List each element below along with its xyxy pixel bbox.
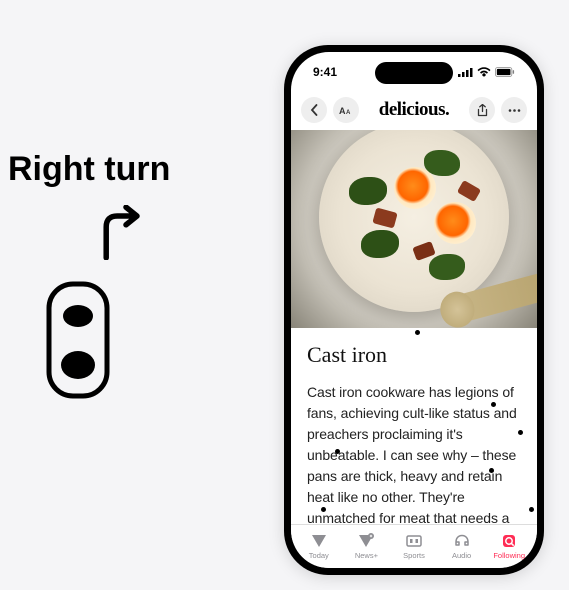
- tab-today[interactable]: Today: [295, 532, 343, 560]
- publication-title: delicious.: [365, 99, 463, 121]
- text-size-button[interactable]: AA: [333, 97, 359, 123]
- tab-sports[interactable]: Sports: [390, 532, 438, 560]
- voiceover-nav-hint: Right turn: [8, 150, 208, 207]
- focus-dot: [529, 507, 534, 512]
- svg-text:A: A: [339, 106, 346, 116]
- more-icon: [508, 109, 521, 112]
- wifi-icon: [477, 67, 491, 77]
- battery-icon: [495, 67, 515, 77]
- tab-label: Today: [309, 551, 329, 560]
- share-button[interactable]: [469, 97, 495, 123]
- audio-icon: [453, 532, 471, 550]
- article-content[interactable]: Cast iron Cast iron cookware has legions…: [291, 130, 537, 524]
- more-button[interactable]: [501, 97, 527, 123]
- dynamic-island: [375, 62, 453, 84]
- focus-dot: [321, 507, 326, 512]
- focus-dot: [415, 330, 420, 335]
- focus-dot: [518, 430, 523, 435]
- tab-label: News+: [355, 551, 378, 560]
- status-indicators: [458, 67, 515, 77]
- tab-label: Following: [493, 551, 525, 560]
- tab-label: Sports: [403, 551, 425, 560]
- today-icon: [310, 532, 328, 550]
- chevron-left-icon: [310, 104, 318, 116]
- newsplus-icon: [357, 532, 375, 550]
- car-top-view-icon: [43, 280, 113, 400]
- iphone-mockup: 9:41 AA delicious.: [284, 45, 544, 575]
- back-button[interactable]: [301, 97, 327, 123]
- tab-newsplus[interactable]: News+: [343, 532, 391, 560]
- nav-hint-label: Right turn: [8, 150, 208, 189]
- sports-icon: [405, 532, 423, 550]
- focus-dot: [489, 468, 494, 473]
- focus-dot: [491, 402, 496, 407]
- article-body: Cast iron Cast iron cookware has legions…: [291, 328, 537, 524]
- text-size-icon: AA: [339, 105, 353, 116]
- share-icon: [477, 104, 488, 117]
- tab-bar: Today News+ Sports Audio: [291, 524, 537, 568]
- focus-dot: [335, 449, 340, 454]
- svg-text:A: A: [346, 110, 351, 116]
- article-hero-image: [291, 130, 537, 328]
- article-heading: Cast iron: [307, 342, 521, 368]
- status-time: 9:41: [313, 65, 337, 79]
- following-icon: [500, 532, 518, 550]
- article-nav-bar: AA delicious.: [291, 92, 537, 128]
- tab-audio[interactable]: Audio: [438, 532, 486, 560]
- right-turn-arrow-icon: [93, 205, 148, 260]
- tab-following[interactable]: Following: [485, 532, 533, 560]
- tab-label: Audio: [452, 551, 471, 560]
- phone-screen: 9:41 AA delicious.: [291, 52, 537, 568]
- signal-icon: [458, 67, 473, 77]
